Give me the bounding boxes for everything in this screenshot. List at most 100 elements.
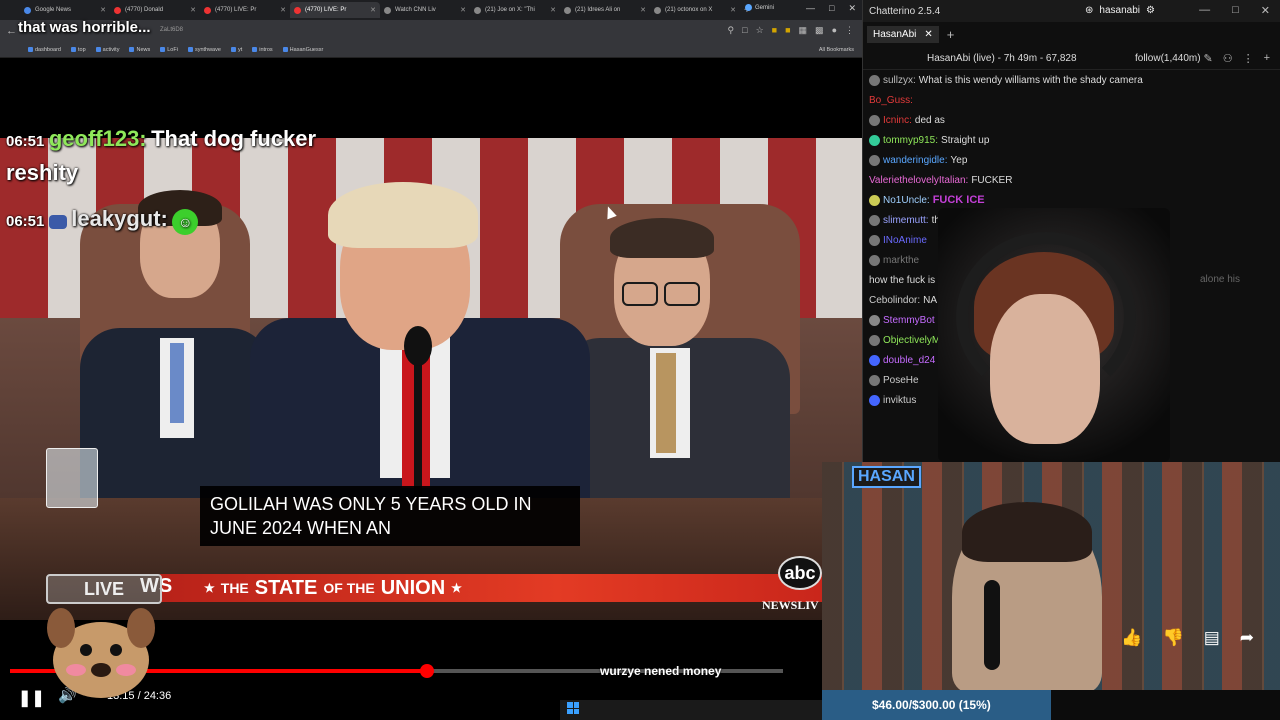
bookmark-item[interactable]: LoFi <box>160 47 178 53</box>
extension-icon[interactable]: ■ <box>772 25 777 36</box>
bookmark-item[interactable]: yt <box>230 46 243 53</box>
close-tab-icon[interactable]: ✕ <box>550 6 556 14</box>
chat-username[interactable]: Cebolindor: <box>869 295 920 306</box>
chat-message-continued: reshity <box>6 160 79 185</box>
chat-username: geoff123: <box>48 126 147 151</box>
all-bookmarks[interactable]: All Bookmarks <box>819 47 854 53</box>
chat-username: leakygut: <box>71 206 168 231</box>
chat-username[interactable]: StemmyBot <box>883 315 935 326</box>
chat-username[interactable]: double_d24 <box>883 355 935 366</box>
progress-knob[interactable] <box>419 664 434 678</box>
add-tab-icon[interactable]: + <box>947 27 955 42</box>
bookmark-item[interactable]: dashboard <box>28 47 61 53</box>
user-badge-icon <box>869 314 880 326</box>
bookmark-label: yt <box>237 46 243 53</box>
settings-gear-icon[interactable]: ⚙ <box>1146 5 1155 16</box>
chat-username[interactable]: Bo_Guss: <box>869 95 913 106</box>
users-icon[interactable]: ⚇ <box>1223 52 1233 65</box>
minimize-icon[interactable]: — <box>1199 4 1210 17</box>
browser-tab[interactable]: (21) Idrees Ali on ✕ <box>560 2 650 18</box>
chatterino-account[interactable]: ⊛ hasanabi ⚙ <box>1085 5 1155 16</box>
follow-mode[interactable]: follow(1,440m) <box>1135 53 1201 64</box>
browser-tab[interactable]: (21) Joe on X: "Thi ✕ <box>470 2 560 18</box>
tab-favicon-icon <box>204 6 211 14</box>
thumbs-up-icon[interactable]: 👍 <box>1121 628 1142 648</box>
bookmark-item[interactable]: HasanGuessr <box>282 47 323 53</box>
close-tab-icon[interactable]: ✕ <box>460 6 466 14</box>
browser-tab[interactable]: (4770) LIVE: Pr ✕ <box>290 2 380 18</box>
chat-username[interactable]: No1Uncle: <box>883 195 930 206</box>
maximize-icon[interactable]: □ <box>1232 4 1239 17</box>
back-icon[interactable]: ← <box>6 25 17 37</box>
bookmark-label: News <box>136 46 151 53</box>
account-name: hasanabi <box>1099 5 1140 16</box>
chat-username[interactable]: Icninc: <box>883 115 912 126</box>
browser-tab[interactable]: Google News ✕ <box>20 2 110 18</box>
maximize-icon[interactable]: □ <box>829 3 834 14</box>
chat-username[interactable]: slimemutt: <box>883 215 929 226</box>
tab-hasanabi[interactable]: HasanAbi ✕ <box>867 25 939 43</box>
microphone <box>404 326 432 366</box>
chat-time: 06:51 <box>6 213 45 230</box>
close-tab-icon[interactable]: ✕ <box>640 6 646 14</box>
url-field[interactable]: ZaLt6D8 <box>160 27 183 33</box>
close-icon[interactable]: ✕ <box>1261 4 1270 17</box>
menu-icon[interactable]: ⋮ <box>845 25 854 36</box>
chat-username[interactable]: sullzyx: <box>883 75 916 86</box>
close-icon[interactable]: ✕ <box>848 3 856 14</box>
chat-text: Yep <box>950 154 968 166</box>
thumbs-down-icon[interactable]: 👎 <box>1163 628 1184 648</box>
chat-username[interactable]: inviktus <box>883 395 916 406</box>
install-icon[interactable]: □ <box>742 25 747 36</box>
profile-icon[interactable]: ● <box>832 25 837 36</box>
close-tab-icon[interactable]: ✕ <box>730 6 736 14</box>
tab-gemini[interactable]: Gemini <box>745 4 774 11</box>
close-tab-icon[interactable]: ✕ <box>190 6 196 14</box>
streamer-microphone <box>984 580 1000 670</box>
extensions-puzzle-icon[interactable]: ▦ <box>799 25 808 36</box>
star-icon[interactable]: ☆ <box>756 25 764 36</box>
zoom-icon[interactable]: ⚲ <box>728 25 735 36</box>
more-icon[interactable]: ⋮ <box>1243 52 1254 65</box>
browser-tab[interactable]: (4770) Donald ✕ <box>110 2 200 18</box>
bookmark-item[interactable]: News <box>129 47 150 53</box>
center-person-hair <box>328 182 478 248</box>
bookmark-icon <box>187 47 193 52</box>
chat-username[interactable]: markthe <box>883 255 919 266</box>
close-tab-icon[interactable]: ✕ <box>924 29 932 40</box>
bookmark-item[interactable]: top <box>71 47 86 53</box>
badge-icon <box>48 214 67 229</box>
bookmark-item[interactable]: activity <box>95 46 120 53</box>
close-tab-icon[interactable]: ✕ <box>100 6 106 14</box>
bookmark-item[interactable]: intros <box>252 47 273 53</box>
tab-title: (4770) LIVE: Pr <box>305 7 347 13</box>
add-split-icon[interactable]: + <box>1264 52 1270 65</box>
chat-username[interactable]: PoseHe <box>883 375 919 386</box>
bookmark-icon <box>252 47 258 52</box>
minimize-icon[interactable]: — <box>806 3 815 14</box>
comment-icon[interactable]: ▤ <box>1204 628 1220 648</box>
chat-username[interactable]: ObjectivelyM <box>883 335 940 346</box>
chat-username[interactable]: wanderingidle: <box>883 155 948 166</box>
bookmark-label: activity <box>102 46 120 53</box>
browser-tab[interactable]: Watch CNN Liv ✕ <box>380 2 470 18</box>
chat-username[interactable]: tommyp915: <box>883 135 938 146</box>
chat-username[interactable]: INoAnime <box>883 235 927 246</box>
windows-start-icon[interactable] <box>567 702 579 714</box>
tab-favicon-icon <box>114 6 121 14</box>
browser-tab[interactable]: (4770) LIVE: Pr ✕ <box>200 2 290 18</box>
user-badge-icon <box>869 394 880 406</box>
bookmark-label: LoFi <box>167 46 178 53</box>
share-icon[interactable]: ➦ <box>1240 628 1254 648</box>
channel-header: HasanAbi (live) - 7h 49m - 67,828 follow… <box>863 46 1280 70</box>
close-tab-icon[interactable]: ✕ <box>370 6 376 14</box>
extension-icon-2[interactable]: ■ <box>785 25 790 36</box>
bookmark-item[interactable]: synthwave <box>187 47 221 53</box>
chat-username[interactable]: ValeriethelovelyItalian: <box>869 175 968 186</box>
sidebar-icon[interactable]: ▩ <box>815 25 824 36</box>
browser-tab[interactable]: (21) octonox on X ✕ <box>650 2 740 18</box>
edit-icon[interactable]: ✎ <box>1203 52 1212 65</box>
tab-title: (21) Joe on X: "Thi <box>485 7 535 13</box>
close-tab-icon[interactable]: ✕ <box>280 6 286 14</box>
faded-chat-text: alone his <box>1200 274 1241 285</box>
